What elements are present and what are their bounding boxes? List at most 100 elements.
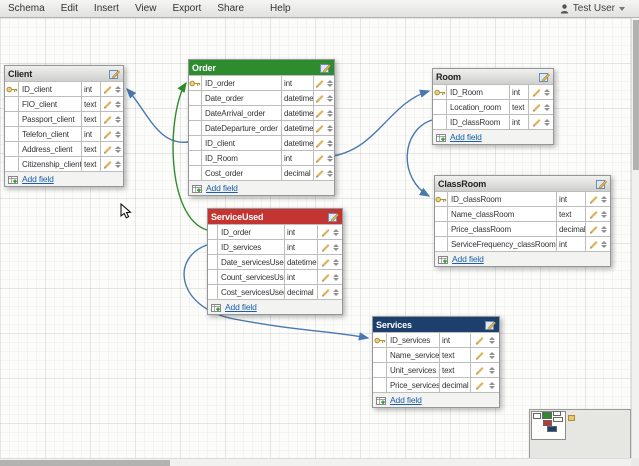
edit-field-icon[interactable] bbox=[589, 225, 599, 234]
reorder-field-control[interactable] bbox=[327, 95, 333, 102]
reorder-field-control[interactable] bbox=[115, 101, 121, 108]
menu-item-edit[interactable]: Edit bbox=[53, 3, 86, 14]
edit-table-icon[interactable] bbox=[109, 69, 120, 79]
edit-field-icon[interactable] bbox=[475, 366, 485, 375]
field-row[interactable]: Cost_servicesUseddecimal bbox=[208, 284, 342, 299]
reorder-field-control[interactable] bbox=[333, 244, 339, 251]
field-row[interactable]: Count_servicesUsedint bbox=[208, 269, 342, 284]
add-field-link[interactable]: Add field bbox=[225, 302, 257, 312]
reorder-field-control[interactable] bbox=[327, 155, 333, 162]
edit-field-icon[interactable] bbox=[103, 160, 113, 169]
edit-field-icon[interactable] bbox=[315, 79, 325, 88]
reorder-field-control[interactable] bbox=[489, 382, 495, 389]
field-row[interactable]: Unit_servicestext bbox=[373, 362, 499, 377]
field-row[interactable]: ServiceFrequency_classRoomint bbox=[435, 236, 610, 251]
edit-field-icon[interactable] bbox=[103, 145, 113, 154]
edit-field-icon[interactable] bbox=[321, 243, 331, 252]
reorder-field-control[interactable] bbox=[327, 125, 333, 132]
menu-item-view[interactable]: View bbox=[127, 3, 165, 14]
table-client[interactable]: ClientID_clientintFIO_clienttextPassport… bbox=[4, 65, 124, 187]
edit-field-icon[interactable] bbox=[532, 88, 542, 97]
edit-table-icon[interactable] bbox=[539, 72, 550, 82]
field-row[interactable]: Citizenship_clienttext bbox=[5, 156, 123, 171]
edit-field-icon[interactable] bbox=[321, 228, 331, 237]
reorder-field-control[interactable] bbox=[601, 241, 607, 248]
edit-table-icon[interactable] bbox=[596, 179, 607, 189]
field-row[interactable]: Cost_orderdecimal bbox=[189, 165, 334, 180]
field-row[interactable]: Passport_clienttext bbox=[5, 111, 123, 126]
edit-field-icon[interactable] bbox=[475, 351, 485, 360]
reorder-field-control[interactable] bbox=[327, 170, 333, 177]
schema-canvas[interactable]: ClientID_clientintFIO_clienttextPassport… bbox=[0, 18, 631, 458]
table-header[interactable]: Room bbox=[433, 69, 553, 84]
reorder-field-control[interactable] bbox=[115, 161, 121, 168]
reorder-field-control[interactable] bbox=[115, 86, 121, 93]
edit-field-icon[interactable] bbox=[315, 139, 325, 148]
field-row[interactable]: Telefon_clientint bbox=[5, 126, 123, 141]
field-row[interactable]: Name_servicestext bbox=[373, 347, 499, 362]
reorder-field-control[interactable] bbox=[601, 226, 607, 233]
field-row[interactable]: Price_servicesdecimal bbox=[373, 377, 499, 392]
edit-field-icon[interactable] bbox=[321, 288, 331, 297]
edit-field-icon[interactable] bbox=[315, 124, 325, 133]
vertical-scrollbar[interactable] bbox=[631, 18, 639, 458]
horizontal-scrollbar-thumb[interactable] bbox=[0, 460, 170, 466]
reorder-field-control[interactable] bbox=[489, 367, 495, 374]
reorder-field-control[interactable] bbox=[333, 259, 339, 266]
edit-field-icon[interactable] bbox=[532, 103, 542, 112]
field-row[interactable]: ID_servicesint bbox=[373, 332, 499, 347]
edit-field-icon[interactable] bbox=[589, 210, 599, 219]
reorder-field-control[interactable] bbox=[601, 196, 607, 203]
menu-item-schema[interactable]: Schema bbox=[0, 3, 53, 14]
field-row[interactable]: ID_classRoomint bbox=[433, 114, 553, 129]
table-serviceused[interactable]: ServiceUsedID_orderintID_servicesintDate… bbox=[207, 208, 343, 315]
edit-field-icon[interactable] bbox=[321, 258, 331, 267]
edit-field-icon[interactable] bbox=[532, 118, 542, 127]
relation-order-client[interactable] bbox=[127, 89, 188, 142]
edit-field-icon[interactable] bbox=[103, 85, 113, 94]
reorder-field-control[interactable] bbox=[115, 146, 121, 153]
add-field-link[interactable]: Add field bbox=[450, 132, 482, 142]
edit-field-icon[interactable] bbox=[103, 100, 113, 109]
edit-table-icon[interactable] bbox=[320, 63, 331, 73]
vertical-scrollbar-thumb[interactable] bbox=[633, 20, 639, 170]
relation-order-room[interactable] bbox=[333, 91, 429, 156]
menu-item-help[interactable]: Help bbox=[262, 3, 299, 14]
field-row[interactable]: ID_servicesint bbox=[208, 239, 342, 254]
edit-field-icon[interactable] bbox=[589, 195, 599, 204]
add-field-link[interactable]: Add field bbox=[22, 174, 54, 184]
field-row[interactable]: ID_clientdatetime bbox=[189, 135, 334, 150]
table-classroom[interactable]: ClassRoomID_classRoomintName_classRoomte… bbox=[434, 175, 611, 267]
field-row[interactable]: ID_clientint bbox=[5, 81, 123, 96]
field-row[interactable]: ID_classRoomint bbox=[435, 191, 610, 206]
reorder-field-control[interactable] bbox=[327, 110, 333, 117]
edit-field-icon[interactable] bbox=[315, 154, 325, 163]
reorder-field-control[interactable] bbox=[333, 274, 339, 281]
minimap[interactable] bbox=[529, 409, 631, 458]
reorder-field-control[interactable] bbox=[333, 229, 339, 236]
horizontal-scrollbar[interactable] bbox=[0, 458, 631, 466]
table-services[interactable]: ServicesID_servicesintName_servicestextU… bbox=[372, 316, 500, 408]
field-row[interactable]: ID_orderint bbox=[208, 224, 342, 239]
reorder-field-control[interactable] bbox=[601, 211, 607, 218]
edit-field-icon[interactable] bbox=[315, 169, 325, 178]
field-row[interactable]: Name_classRoomtext bbox=[435, 206, 610, 221]
table-header[interactable]: Order bbox=[189, 60, 334, 75]
edit-table-icon[interactable] bbox=[328, 212, 339, 222]
table-header[interactable]: Services bbox=[373, 317, 499, 332]
field-row[interactable]: Date_servicesUseddatetime bbox=[208, 254, 342, 269]
reorder-field-control[interactable] bbox=[489, 337, 495, 344]
table-order[interactable]: OrderID_orderintDate_orderdatetimeDateAr… bbox=[188, 59, 335, 196]
reorder-field-control[interactable] bbox=[115, 116, 121, 123]
menu-item-insert[interactable]: Insert bbox=[86, 3, 127, 14]
edit-field-icon[interactable] bbox=[589, 240, 599, 249]
add-field-link[interactable]: Add field bbox=[390, 395, 422, 405]
user-menu[interactable]: Test User bbox=[560, 3, 639, 14]
table-header[interactable]: Client bbox=[5, 66, 123, 81]
edit-field-icon[interactable] bbox=[475, 381, 485, 390]
edit-field-icon[interactable] bbox=[103, 115, 113, 124]
edit-field-icon[interactable] bbox=[315, 94, 325, 103]
table-room[interactable]: RoomID_RoomintLocation_roomtextID_classR… bbox=[432, 68, 554, 145]
field-row[interactable]: Date_orderdatetime bbox=[189, 90, 334, 105]
menu-item-share[interactable]: Share bbox=[209, 3, 252, 14]
